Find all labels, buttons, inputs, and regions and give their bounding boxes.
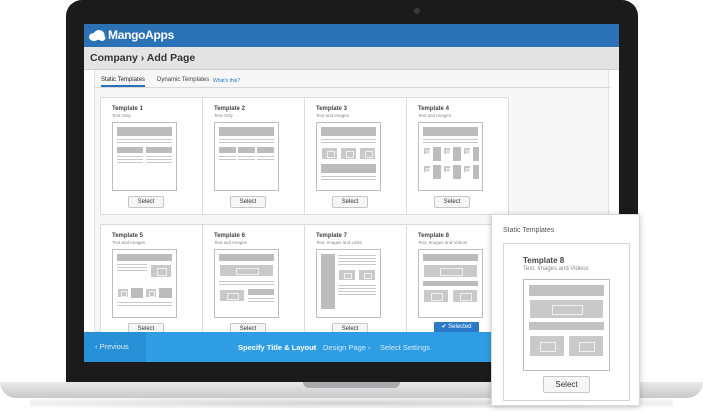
template-card-3[interactable]: Template 3 Text and Images Select [304, 97, 407, 215]
select-button[interactable]: Select [230, 196, 266, 208]
selected-label: Selected [448, 324, 472, 330]
template-title: Template 1 [112, 106, 143, 112]
popout-select-button[interactable]: Select [543, 376, 590, 393]
template-tabs: Static Templates Dynamic Templates What'… [95, 70, 610, 88]
template-title: Template 5 [112, 233, 143, 239]
template-title: Template 6 [214, 233, 245, 239]
template-card-1[interactable]: Template 1 Text Only Select [100, 97, 203, 215]
logo-text: MangoApps [108, 28, 174, 42]
template-title: Template 8 [418, 233, 449, 239]
camera [414, 8, 420, 14]
template-thumbnail [112, 122, 177, 191]
step-specify-title-layout: Specify Title & Layout [238, 343, 317, 352]
template-title: Template 3 [316, 106, 347, 112]
whats-this-link[interactable]: What's this? [213, 78, 240, 84]
tab-dynamic-templates[interactable]: Dynamic Templates [157, 77, 209, 83]
template-subtitle: Text and Images [316, 113, 350, 118]
top-bar: MangoApps [84, 24, 619, 47]
template-title: Template 2 [214, 106, 245, 112]
template-card-5[interactable]: Template 5 Text and Images Select [100, 224, 203, 342]
tab-static-templates[interactable]: Static Templates [101, 77, 145, 87]
popout-template-card[interactable]: Template 8 Text, Images and Videos Selec… [503, 243, 630, 401]
step-separator: › [368, 343, 371, 352]
template-card-7[interactable]: Template 7 Text, Images and Links Select [304, 224, 407, 342]
popout-template-thumbnail [523, 279, 610, 371]
template-thumbnail [418, 122, 483, 191]
previous-label: ‹ Previous [95, 342, 129, 351]
template-card-2[interactable]: Template 2 Text Only Select [202, 97, 305, 215]
logo[interactable]: MangoApps [88, 28, 174, 42]
popout-template-title: Template 8 [523, 256, 565, 265]
template-title: Template 7 [316, 233, 347, 239]
template-subtitle: Text Only [112, 113, 131, 118]
popout-heading: Static Templates [503, 227, 555, 234]
template-thumbnail [112, 249, 177, 318]
template-subtitle: Text Only [214, 113, 233, 118]
previous-button[interactable]: ‹ Previous [84, 332, 146, 362]
template-subtitle: Text and Images [214, 240, 248, 245]
template-subtitle: Text, Images and Videos [418, 240, 468, 245]
template-title: Template 4 [418, 106, 449, 112]
laptop-notch [303, 382, 400, 388]
template-subtitle: Text, Images and Links [316, 240, 363, 245]
step-design-page: Design Page [323, 343, 366, 352]
page-title: Company › Add Page [90, 52, 196, 64]
select-button[interactable]: Select [128, 196, 164, 208]
template-card-6[interactable]: Template 6 Text and Images Select [202, 224, 305, 342]
template-thumbnail [316, 249, 381, 318]
template-card-4[interactable]: Template 4 Text and Images Select [406, 97, 509, 215]
step-separator: › [312, 343, 315, 352]
template-subtitle: Text and Images [112, 240, 146, 245]
select-button[interactable]: Select [332, 196, 368, 208]
select-button[interactable]: Select [434, 196, 470, 208]
template-thumbnail [214, 249, 279, 318]
title-bar: Company › Add Page [84, 47, 619, 70]
popout-template-subtitle: Text, Images and Videos [523, 266, 589, 272]
template-subtitle: Text and Images [418, 113, 452, 118]
cloud-logo-icon [89, 29, 106, 41]
template-thumbnail [316, 122, 381, 191]
step-select-settings: Select Settings [380, 343, 431, 352]
template-thumbnail [418, 249, 483, 318]
template-preview-popout: Static Templates Template 8 Text, Images… [491, 214, 640, 406]
template-thumbnail [214, 122, 279, 191]
